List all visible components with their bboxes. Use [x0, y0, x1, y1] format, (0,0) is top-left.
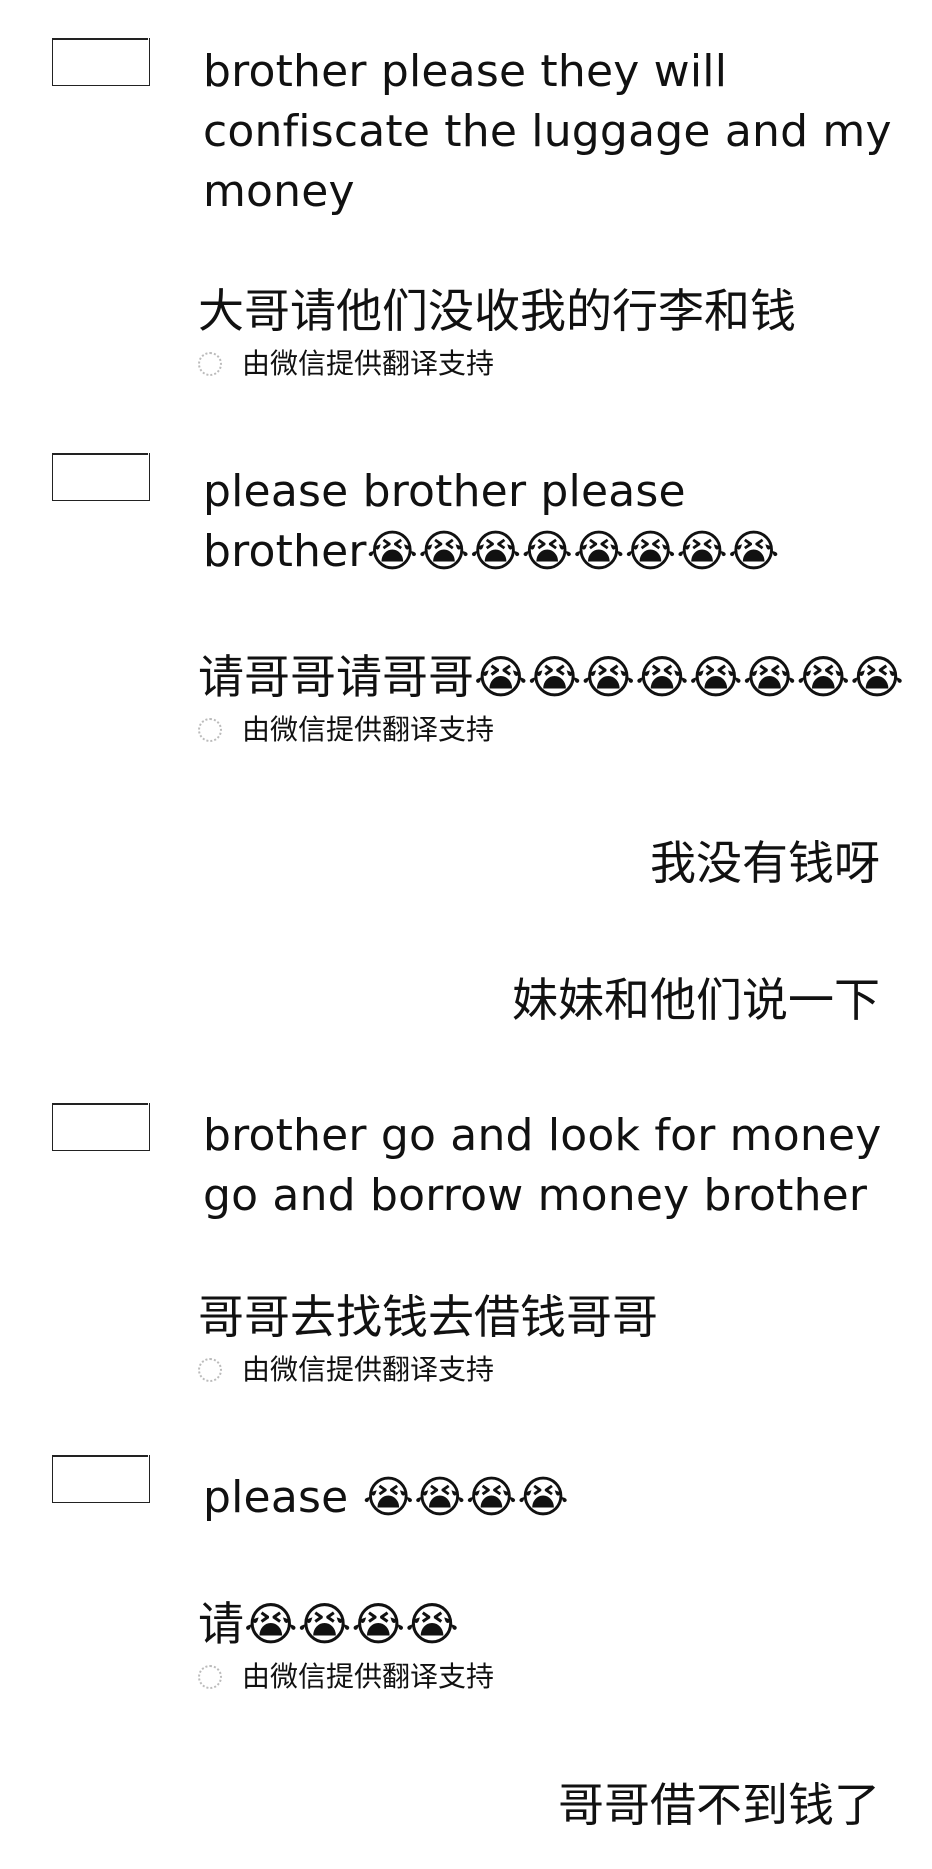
translation-credit: 由微信提供翻译支持	[198, 1659, 494, 1695]
translation-credit: 由微信提供翻译支持	[198, 1352, 494, 1388]
avatar[interactable]	[52, 453, 150, 501]
translate-icon	[198, 1665, 222, 1689]
translate-icon	[198, 718, 222, 742]
message-text: brother go and look for money go and bor…	[203, 1110, 882, 1221]
sent-message: 我没有钱呀	[650, 836, 880, 890]
message-text: please brother please brother😭😭😭😭😭😭😭😭	[203, 466, 780, 577]
avatar[interactable]	[52, 38, 150, 86]
translation-credit-label: 由微信提供翻译支持	[242, 1660, 495, 1693]
message-translation: 请哥哥请哥哥😭😭😭😭😭😭😭😭	[198, 650, 904, 704]
translation-credit-label: 由微信提供翻译支持	[242, 1353, 495, 1386]
sent-message: 妹妹和他们说一下	[512, 973, 880, 1027]
sent-message: 哥哥借不到钱了	[558, 1778, 880, 1832]
message-text: brother please they will confiscate the …	[203, 46, 892, 217]
translation-credit-label: 由微信提供翻译支持	[242, 713, 495, 746]
translation-credit: 由微信提供翻译支持	[198, 346, 494, 382]
translate-icon	[198, 1358, 222, 1382]
avatar[interactable]	[52, 1103, 150, 1151]
avatar[interactable]	[52, 1455, 150, 1503]
translation-credit: 由微信提供翻译支持	[198, 712, 494, 748]
message-translation: 大哥请他们没收我的行李和钱	[198, 284, 796, 338]
message-translation: 请😭😭😭😭	[198, 1597, 459, 1651]
message-translation: 哥哥去找钱去借钱哥哥	[198, 1290, 658, 1344]
translate-icon	[198, 352, 222, 376]
message-text: please 😭😭😭😭	[203, 1472, 570, 1523]
translation-credit-label: 由微信提供翻译支持	[242, 347, 495, 380]
